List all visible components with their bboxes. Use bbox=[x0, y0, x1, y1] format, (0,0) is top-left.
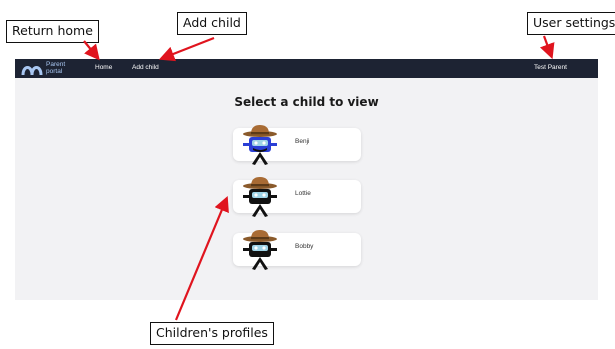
annotation-add-child: Add child bbox=[177, 12, 247, 35]
logo-text: Parent portal bbox=[46, 61, 65, 75]
annotation-user-settings: User settings bbox=[527, 12, 615, 35]
page-title: Select a child to view bbox=[234, 95, 379, 109]
nav-home-link[interactable]: Home bbox=[95, 64, 112, 71]
child-name: Bobby bbox=[295, 243, 314, 250]
logo-text-line2: portal bbox=[46, 67, 63, 75]
cowboy-robot-blue-icon bbox=[243, 125, 277, 165]
child-card-bobby[interactable]: Bobby bbox=[233, 230, 361, 270]
annotation-childrens-profiles: Children's profiles bbox=[150, 322, 274, 345]
app-window: Parent portal Home Add child Test Parent… bbox=[15, 59, 598, 300]
child-name: Lottie bbox=[295, 190, 311, 197]
parent-portal-logo[interactable]: Parent portal bbox=[21, 61, 77, 76]
cowboy-robot-black-icon bbox=[243, 230, 277, 270]
logo-icon bbox=[21, 66, 43, 76]
user-settings-link[interactable]: Test Parent bbox=[534, 64, 567, 71]
annotation-return-home: Return home bbox=[6, 20, 99, 43]
arrow-add-child bbox=[158, 36, 215, 62]
child-card-benji[interactable]: Benji bbox=[233, 125, 361, 165]
nav-add-child-link[interactable]: Add child bbox=[132, 64, 159, 71]
child-card-lottie[interactable]: Lottie bbox=[233, 177, 361, 217]
child-name: Benji bbox=[295, 138, 310, 145]
cowboy-robot-black-icon bbox=[243, 177, 277, 217]
arrow-return-home bbox=[83, 40, 100, 61]
arrow-user-settings bbox=[539, 35, 555, 60]
top-navbar: Parent portal Home Add child Test Parent bbox=[15, 59, 598, 78]
